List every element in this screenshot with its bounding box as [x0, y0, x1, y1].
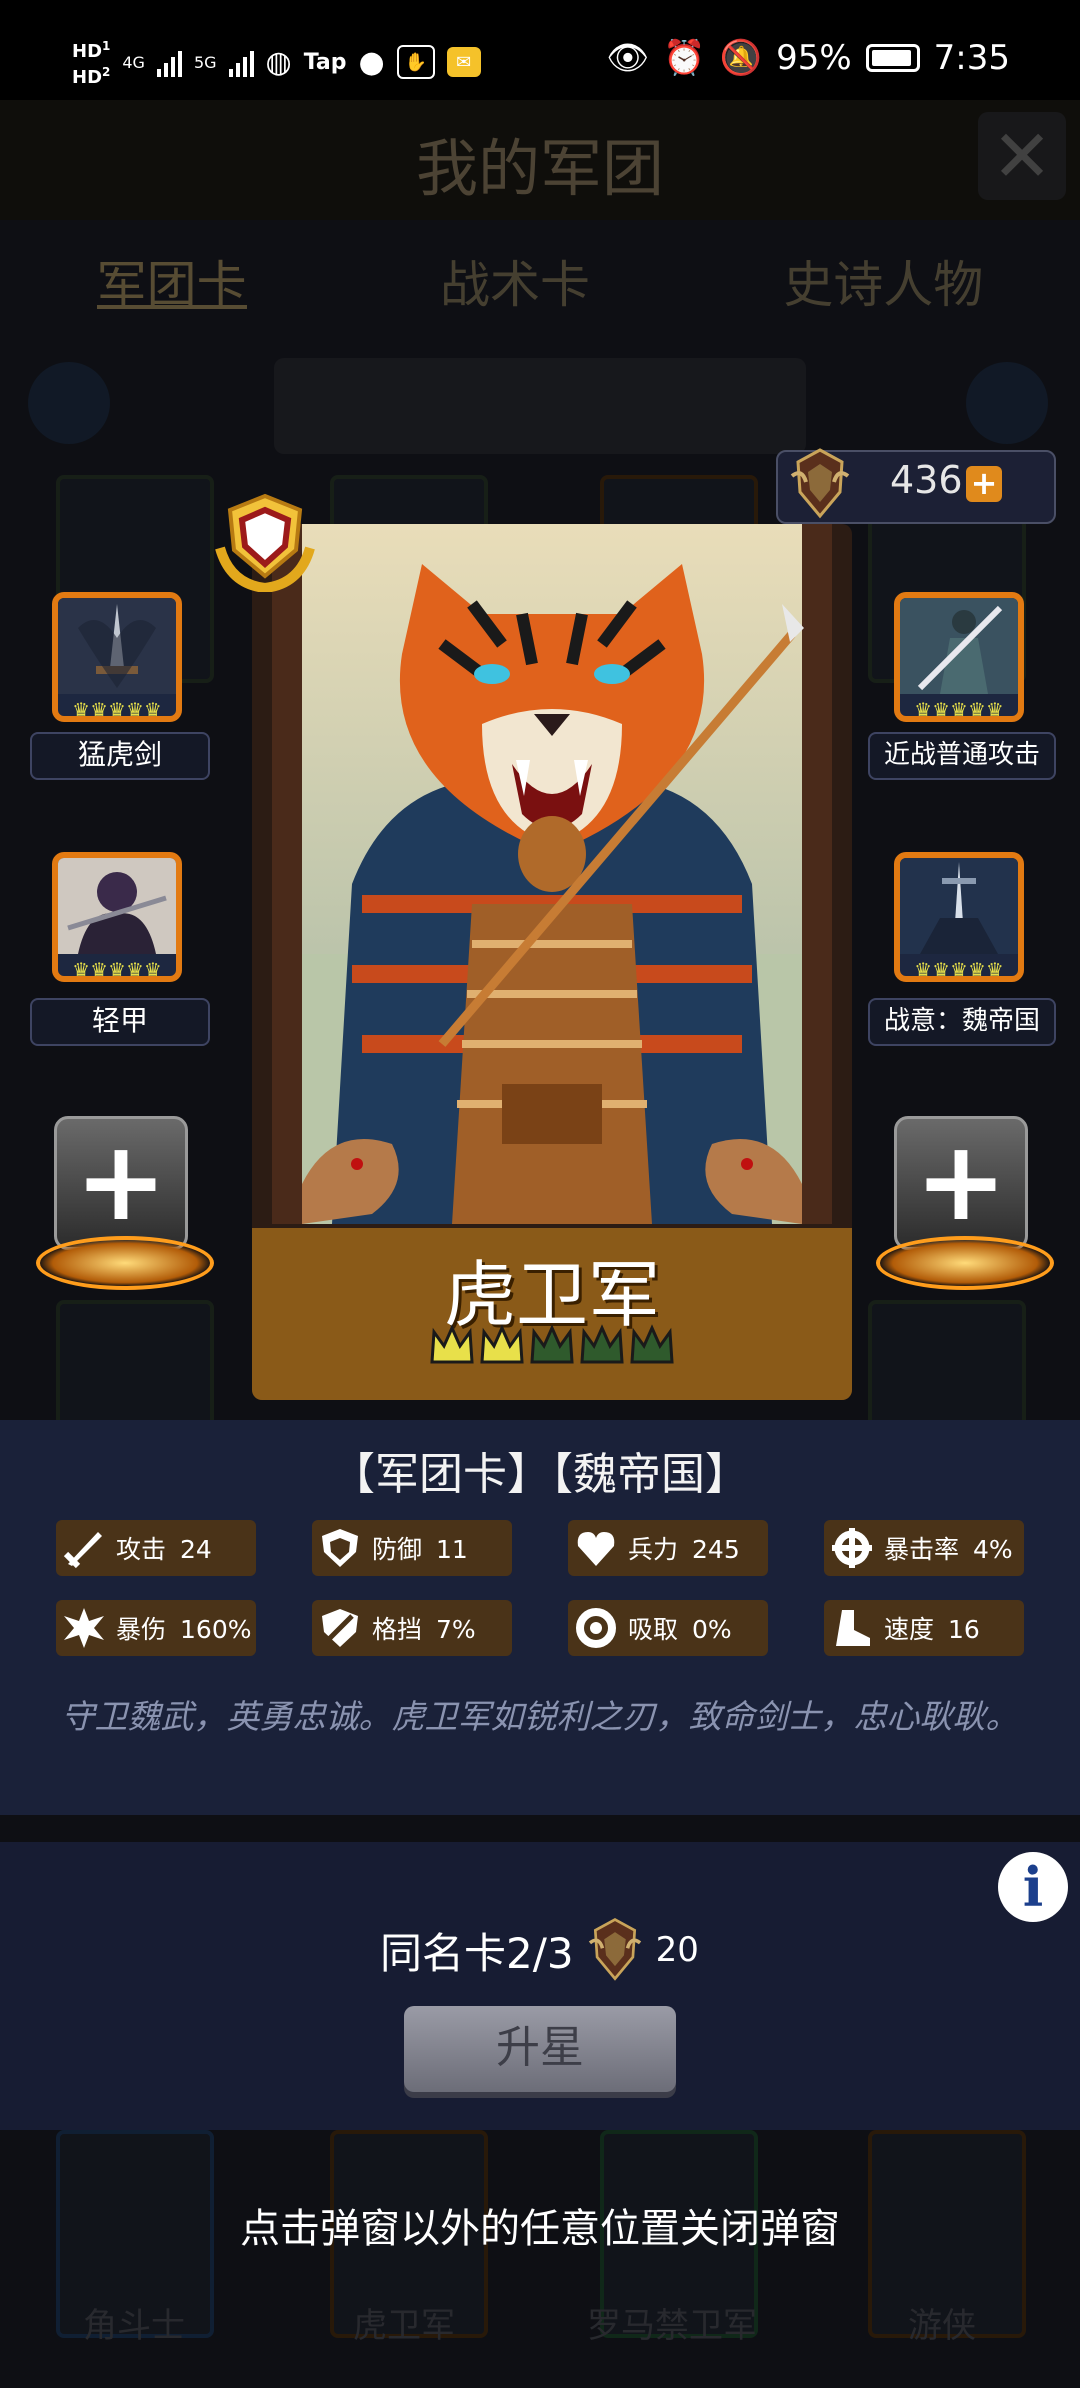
crown-empty-icon: [630, 1324, 674, 1364]
equipment-label: 近战普通攻击: [868, 732, 1056, 780]
stat-block: 格挡 7%: [312, 1600, 512, 1656]
equipment-label: 战意：魏帝国: [868, 998, 1056, 1046]
rank-shield-icon: [215, 493, 315, 592]
drain-icon: [568, 1600, 624, 1656]
shield-icon: [312, 1520, 368, 1576]
star-rating: [428, 1322, 678, 1372]
stat-lifesteal: 吸取 0%: [568, 1600, 768, 1656]
equipment-slot-armor[interactable]: ♛♛♛♛♛: [52, 852, 182, 982]
cell-type-2: 5G: [193, 52, 217, 72]
crosshair-icon: [824, 1520, 880, 1576]
heart-icon: [568, 1520, 624, 1576]
block-icon: [312, 1600, 368, 1656]
currency-value: 436: [890, 458, 963, 502]
crown-filled-icon: [480, 1324, 524, 1364]
tiger-guard-artwork: [272, 524, 832, 1224]
sword-icon: [56, 1520, 112, 1576]
upgrade-cost: 20: [655, 1930, 699, 1970]
add-currency-button[interactable]: +: [966, 466, 1002, 502]
slot-stars: ♛♛♛♛♛: [914, 698, 1004, 722]
crown-empty-icon: [580, 1324, 624, 1364]
slot-stars: ♛♛♛♛♛: [72, 958, 162, 982]
burst-icon: [56, 1600, 112, 1656]
slot-stars: ♛♛♛♛♛: [72, 698, 162, 722]
info-button[interactable]: i: [998, 1852, 1068, 1922]
message-icon: ●: [358, 44, 385, 80]
close-hint-text: 点击弹窗以外的任意位置关闭弹窗: [240, 2206, 840, 2252]
signal-2-icon: [228, 47, 254, 77]
status-left: HD1 HD2 4G 5G ◍ Tap ● ✋ ✉: [72, 36, 481, 88]
duplicate-count: 同名卡2/3: [380, 1928, 574, 1978]
star-up-button[interactable]: 升星: [404, 2006, 676, 2092]
stat-crit-rate: 暴击率 4%: [824, 1520, 1024, 1576]
equipment-label: 猛虎剑: [30, 732, 210, 780]
duplicate-card-status: 同名卡2/3 20: [380, 1916, 699, 1984]
stat-speed: 速度 16: [824, 1600, 1024, 1656]
equipment-slot-weapon[interactable]: ♛♛♛♛♛: [52, 592, 182, 722]
tiger-sword-icon: [58, 598, 176, 694]
equipment-slot-skill[interactable]: ♛♛♛♛♛: [894, 592, 1024, 722]
slot-stars: ♛♛♛♛♛: [914, 958, 1004, 982]
clock: 7:35: [933, 38, 1010, 78]
stat-defense: 防御 11: [312, 1520, 512, 1576]
melee-attack-icon: [900, 598, 1018, 694]
equipment-label: 轻甲: [30, 998, 210, 1046]
battery-percent: 95%: [776, 38, 852, 78]
alarm-icon: ⏰: [663, 38, 706, 78]
tap-label: Tap: [303, 49, 347, 75]
card-description: 守卫魏武，英勇忠诚。虎卫军如锐利之刃，致命剑士，忠心耿耿。: [61, 1697, 1019, 1736]
add-equipment-button-right[interactable]: +: [894, 1116, 1028, 1250]
equipment-slot-morale[interactable]: ♛♛♛♛♛: [894, 852, 1024, 982]
slot-glow-ring: [36, 1236, 214, 1290]
crown-filled-icon: [430, 1324, 474, 1364]
battery-icon: [865, 44, 920, 72]
eye-icon: 👁: [606, 38, 650, 78]
cell-type-1: 4G: [122, 52, 145, 72]
boot-icon: [824, 1600, 880, 1656]
stat-troops: 兵力 245: [568, 1520, 768, 1576]
wechat-icon: ◍: [265, 44, 292, 80]
mail-icon: ✉: [446, 47, 481, 77]
mute-icon: 🔕: [719, 38, 763, 78]
add-equipment-button-left[interactable]: +: [54, 1116, 188, 1250]
crown-empty-icon: [530, 1324, 574, 1364]
legion-emblem-icon: [790, 448, 850, 519]
light-armor-icon: [58, 858, 176, 954]
hd-indicator: HD1 HD2: [72, 39, 111, 88]
card-type-title: 【军团卡】【魏帝国】: [331, 1449, 749, 1500]
hand-icon: ✋: [396, 45, 435, 79]
stat-crit-damage: 暴伤 160%: [56, 1600, 256, 1656]
status-right: 👁 ⏰ 🔕 95% 7:35: [606, 38, 1010, 78]
stat-attack: 攻击 24: [56, 1520, 256, 1576]
signal-1-icon: [156, 47, 182, 77]
slot-glow-ring: [876, 1236, 1054, 1290]
war-spirit-icon: [900, 858, 1018, 954]
legion-emblem-icon: [588, 1918, 641, 1981]
